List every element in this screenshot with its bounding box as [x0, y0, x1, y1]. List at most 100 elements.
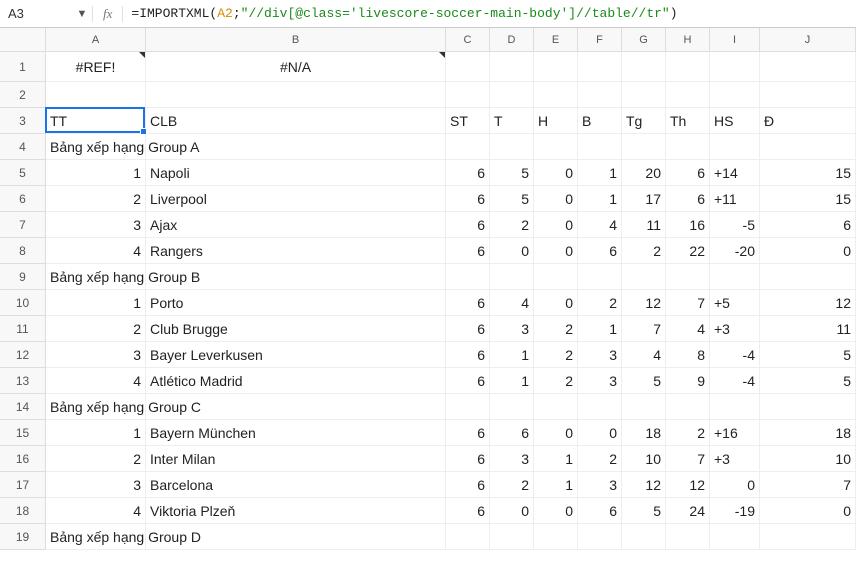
cell-A11[interactable]: 2	[46, 316, 146, 342]
cell-C18[interactable]: 6	[446, 498, 490, 524]
cell-F11[interactable]: 1	[578, 316, 622, 342]
cell-D13[interactable]: 1	[490, 368, 534, 394]
cell-H4[interactable]	[666, 134, 710, 160]
cell-A17[interactable]: 3	[46, 472, 146, 498]
cell-C16[interactable]: 6	[446, 446, 490, 472]
cell-G4[interactable]	[622, 134, 666, 160]
cell-F9[interactable]	[578, 264, 622, 290]
cell-I14[interactable]	[710, 394, 760, 420]
column-header[interactable]: G	[622, 28, 666, 52]
cell-E8[interactable]: 0	[534, 238, 578, 264]
cell-B15[interactable]: Bayern München	[146, 420, 446, 446]
cell-H16[interactable]: 7	[666, 446, 710, 472]
cell-F16[interactable]: 2	[578, 446, 622, 472]
cell-H10[interactable]: 7	[666, 290, 710, 316]
cell-I3[interactable]: HS	[710, 108, 760, 134]
cell-D7[interactable]: 2	[490, 212, 534, 238]
cell-J4[interactable]	[760, 134, 856, 160]
cell-J18[interactable]: 0	[760, 498, 856, 524]
cell-C17[interactable]: 6	[446, 472, 490, 498]
cell-F12[interactable]: 3	[578, 342, 622, 368]
cell-E1[interactable]	[534, 52, 578, 82]
cell-I12[interactable]: -4	[710, 342, 760, 368]
cell-D16[interactable]: 3	[490, 446, 534, 472]
cell-F15[interactable]: 0	[578, 420, 622, 446]
column-header[interactable]: B	[146, 28, 446, 52]
cell-C11[interactable]: 6	[446, 316, 490, 342]
cell-E16[interactable]: 1	[534, 446, 578, 472]
row-header[interactable]: 18	[0, 498, 46, 524]
cell-A19[interactable]: Bảng xếp hạng Group D	[46, 524, 146, 550]
cell-I6[interactable]: +11	[710, 186, 760, 212]
cell-E2[interactable]	[534, 82, 578, 108]
cell-F8[interactable]: 6	[578, 238, 622, 264]
cell-H11[interactable]: 4	[666, 316, 710, 342]
cell-E7[interactable]: 0	[534, 212, 578, 238]
cell-A6[interactable]: 2	[46, 186, 146, 212]
cell-J9[interactable]	[760, 264, 856, 290]
cell-D18[interactable]: 0	[490, 498, 534, 524]
cell-B11[interactable]: Club Brugge	[146, 316, 446, 342]
cell-D15[interactable]: 6	[490, 420, 534, 446]
cell-A13[interactable]: 4	[46, 368, 146, 394]
cell-B2[interactable]	[146, 82, 446, 108]
fx-icon[interactable]: fx	[92, 6, 123, 22]
cell-H17[interactable]: 12	[666, 472, 710, 498]
cell-H12[interactable]: 8	[666, 342, 710, 368]
cell-G12[interactable]: 4	[622, 342, 666, 368]
cell-J6[interactable]: 15	[760, 186, 856, 212]
cell-H7[interactable]: 16	[666, 212, 710, 238]
cell-C2[interactable]	[446, 82, 490, 108]
cell-B18[interactable]: Viktoria Plzeň	[146, 498, 446, 524]
cell-E18[interactable]: 0	[534, 498, 578, 524]
cell-E11[interactable]: 2	[534, 316, 578, 342]
cell-C13[interactable]: 6	[446, 368, 490, 394]
cell-C3[interactable]: ST	[446, 108, 490, 134]
cell-F19[interactable]	[578, 524, 622, 550]
cell-E9[interactable]	[534, 264, 578, 290]
cell-D17[interactable]: 2	[490, 472, 534, 498]
cell-B5[interactable]: Napoli	[146, 160, 446, 186]
cell-G18[interactable]: 5	[622, 498, 666, 524]
column-header[interactable]: F	[578, 28, 622, 52]
cell-C14[interactable]	[446, 394, 490, 420]
cell-J12[interactable]: 5	[760, 342, 856, 368]
cell-F1[interactable]	[578, 52, 622, 82]
column-header[interactable]: H	[666, 28, 710, 52]
row-header[interactable]: 14	[0, 394, 46, 420]
cell-I15[interactable]: +16	[710, 420, 760, 446]
cell-J8[interactable]: 0	[760, 238, 856, 264]
cell-E10[interactable]: 0	[534, 290, 578, 316]
cell-D6[interactable]: 5	[490, 186, 534, 212]
cell-J7[interactable]: 6	[760, 212, 856, 238]
cell-D1[interactable]	[490, 52, 534, 82]
cell-D8[interactable]: 0	[490, 238, 534, 264]
cell-D2[interactable]	[490, 82, 534, 108]
cell-F17[interactable]: 3	[578, 472, 622, 498]
cell-A5[interactable]: 1	[46, 160, 146, 186]
cell-D12[interactable]: 1	[490, 342, 534, 368]
row-header[interactable]: 4	[0, 134, 46, 160]
cell-G13[interactable]: 5	[622, 368, 666, 394]
row-header[interactable]: 9	[0, 264, 46, 290]
row-header[interactable]: 15	[0, 420, 46, 446]
row-header[interactable]: 17	[0, 472, 46, 498]
formula-input[interactable]: =IMPORTXML(A2;"//div[@class='livescore-s…	[123, 6, 856, 21]
cell-D10[interactable]: 4	[490, 290, 534, 316]
cell-F6[interactable]: 1	[578, 186, 622, 212]
cell-G19[interactable]	[622, 524, 666, 550]
cell-J1[interactable]	[760, 52, 856, 82]
row-header[interactable]: 2	[0, 82, 46, 108]
row-header[interactable]: 13	[0, 368, 46, 394]
row-header[interactable]: 16	[0, 446, 46, 472]
cell-H2[interactable]	[666, 82, 710, 108]
cell-I13[interactable]: -4	[710, 368, 760, 394]
cell-F7[interactable]: 4	[578, 212, 622, 238]
column-header[interactable]: J	[760, 28, 856, 52]
cell-A7[interactable]: 3	[46, 212, 146, 238]
note-marker-icon[interactable]	[439, 52, 445, 58]
cell-H9[interactable]	[666, 264, 710, 290]
cell-H18[interactable]: 24	[666, 498, 710, 524]
cell-I4[interactable]	[710, 134, 760, 160]
cell-E4[interactable]	[534, 134, 578, 160]
